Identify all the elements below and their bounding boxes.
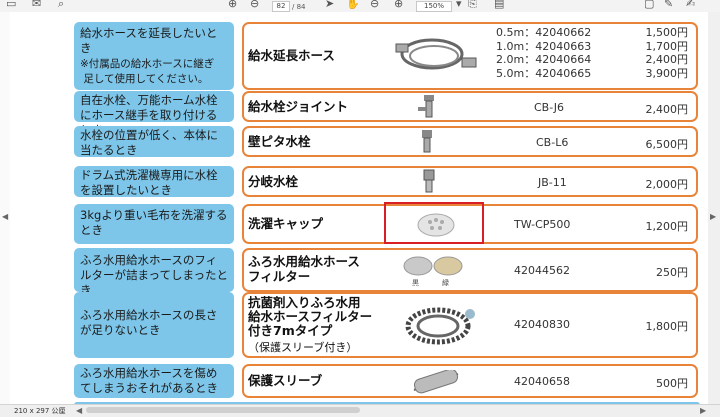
variant-code: 5.0m：42040665 (496, 66, 592, 80)
zoom-in-icon[interactable]: ⊕ (394, 0, 403, 10)
product-box: 給水延長ホース 0.5m：42040662 1.0m：42040663 2.0m… (242, 22, 698, 90)
product-name: 保護スリーブ (248, 373, 323, 388)
variant-prices: 1,500円 1,700円 2,400円 3,900円 (646, 26, 689, 80)
product-price: 250円 (656, 266, 688, 279)
category-label: ふろ水用給水ホースの長さが足りないとき (74, 292, 234, 358)
page-down-icon[interactable]: ⊖ (250, 0, 259, 10)
status-bar: 210 x 297 公厘 ◀ ▶ (0, 404, 720, 417)
product-box: 保護スリーブ 42040658 500円 (242, 364, 698, 398)
category-label: ふろ水用給水ホースを傷めてしまうおそれがあるとき (74, 364, 234, 398)
scroll-right-icon[interactable]: ▶ (700, 406, 706, 415)
variant-price: 1,500円 (645, 26, 689, 39)
filter-icon (403, 256, 463, 276)
category-text: 給水ホースを延長したいとき ※付属品の給水ホースに継ぎ 足して使用してください。 (80, 26, 218, 85)
product-price: 2,000円 (645, 178, 689, 191)
product-row: 水栓の位置が低く、本体に当たるとき 壁ピタ水栓 CB-L6 6,500円 (74, 126, 700, 158)
filter-label-green: 緑 (442, 279, 449, 287)
product-box: 壁ピタ水栓 CB-L6 6,500円 (242, 126, 698, 157)
product-code: TW-CP500 (514, 218, 571, 231)
left-panel-toggle-icon[interactable]: ◀ (2, 212, 8, 221)
pen-icon[interactable]: ✎ (664, 0, 673, 10)
product-price: 2,400円 (645, 103, 689, 116)
product-name: 壁ピタ水栓 (248, 134, 311, 149)
product-code: JB-11 (538, 176, 567, 189)
product-name: 給水栓ジョイント (248, 99, 349, 114)
page-size-label: 210 x 297 公厘 (14, 407, 66, 415)
product-row: ふろ水用給水ホースのフィルターが詰まってしまったとき ふろ水用給水ホース フィル… (74, 248, 700, 297)
product-row: ドラム式洗濯機専用に水栓を設置したいとき 分岐水栓 JB-11 2,000円 (74, 166, 700, 198)
product-name: 洗濯キャップ (248, 216, 324, 231)
bath-hose-icon (405, 307, 475, 345)
highlight-box (384, 202, 484, 244)
fit-page-icon[interactable]: ⎘ (468, 0, 477, 10)
comment-icon[interactable]: ▢ (644, 0, 654, 10)
category-label: 給水ホースを延長したいとき ※付属品の給水ホースに継ぎ 足して使用してください。 (74, 22, 234, 90)
hose-coil-icon (395, 38, 477, 70)
faucet-joint-icon (418, 95, 434, 118)
product-name: ふろ水用給水ホース フィルター (248, 254, 360, 284)
zoom-dropdown-icon[interactable]: ▾ (456, 0, 462, 10)
product-code: 42040658 (514, 375, 570, 388)
product-code: CB-L6 (536, 136, 569, 149)
document-page: 給水ホースを延長したいとき ※付属品の給水ホースに継ぎ 足して使用してください。… (10, 12, 708, 405)
page-tools-icon[interactable]: ▤ (494, 0, 504, 10)
variant-price: 1,700円 (645, 39, 689, 53)
search-icon[interactable]: ⌕ (58, 0, 64, 10)
wall-faucet-icon (422, 130, 432, 153)
product-box: 分岐水栓 JB-11 2,000円 (242, 166, 698, 197)
category-label: ドラム式洗濯機専用に水栓を設置したいとき (74, 166, 234, 197)
product-row: 自在水栓、万能ホーム水栓にホース継手を取り付けるとき 給水栓ジョイント CB-J… (74, 90, 700, 137)
hand-tool-icon[interactable]: ✋ (346, 0, 360, 10)
category-label: 自在水栓、万能ホーム水栓にホース継手を取り付けるとき (74, 91, 234, 137)
zoom-level-field[interactable]: 150% (416, 1, 452, 12)
product-row: ふろ水用給水ホースを傷めてしまうおそれがあるとき 保護スリーブ 42040658… (74, 364, 700, 400)
page-up-icon[interactable]: ⊕ (228, 0, 237, 10)
branch-faucet-icon (423, 169, 435, 193)
category-label: ふろ水用給水ホースのフィルターが詰まってしまったとき (74, 248, 234, 297)
filter-label-black: 黒 (412, 279, 419, 287)
product-price: 1,800円 (645, 320, 689, 333)
product-box: ふろ水用給水ホース フィルター 黒 緑 42044562 250円 (242, 248, 698, 292)
product-price: 500円 (656, 377, 688, 390)
product-row: ふろ水用給水ホースの長さが足りないとき 抗菌剤入りふろ水用 給水ホースフィルター… (74, 292, 700, 360)
save-icon[interactable]: ▭ (6, 0, 16, 10)
product-name: 給水延長ホース (248, 48, 335, 63)
variant-price: 3,900円 (645, 66, 689, 80)
right-panel-toggle-icon[interactable]: ▶ (710, 212, 716, 221)
product-box: 抗菌剤入りふろ水用 給水ホースフィルター 付き7mタイプ （保護スリーブ付き） … (242, 292, 698, 358)
product-code: CB-J6 (534, 101, 565, 114)
product-note: （保護スリーブ付き） (248, 341, 358, 354)
product-name: 分岐水栓 (248, 174, 299, 189)
variant-code: 2.0m：42040664 (496, 53, 592, 66)
product-price: 1,200円 (645, 220, 689, 233)
horizontal-scroll-thumb[interactable] (86, 407, 360, 413)
product-price: 6,500円 (645, 138, 689, 151)
sign-icon[interactable]: ✍ (686, 0, 695, 10)
sleeve-icon (413, 370, 459, 394)
variant-code: 0.5m：42040662 (496, 26, 592, 39)
product-code: 42044562 (514, 264, 570, 277)
scroll-left-icon[interactable]: ◀ (76, 406, 82, 415)
category-label: 3kgより重い毛布を洗濯するとき (74, 204, 234, 244)
product-code: 42040830 (514, 318, 570, 331)
left-panel-edge: ◀ (0, 12, 10, 405)
variant-code: 1.0m：42040663 (496, 39, 592, 53)
page-number-field[interactable]: 82 (272, 1, 290, 12)
product-box: 給水栓ジョイント CB-J6 2,400円 (242, 91, 698, 122)
variant-codes: 0.5m：42040662 1.0m：42040663 2.0m：4204066… (496, 26, 591, 80)
product-name: 抗菌剤入りふろ水用 給水ホースフィルター 付き7mタイプ (248, 295, 373, 338)
category-label: 水栓の位置が低く、本体に当たるとき (74, 126, 234, 157)
product-row: 給水ホースを延長したいとき ※付属品の給水ホースに継ぎ 足して使用してください。… (74, 22, 700, 90)
vertical-scrollbar[interactable]: ▶ (707, 12, 720, 405)
select-cursor-icon[interactable]: ➤ (325, 0, 334, 10)
mail-icon[interactable]: ✉ (32, 0, 41, 10)
variant-price: 2,400円 (645, 53, 689, 66)
zoom-out-icon[interactable]: ⊖ (370, 0, 379, 10)
